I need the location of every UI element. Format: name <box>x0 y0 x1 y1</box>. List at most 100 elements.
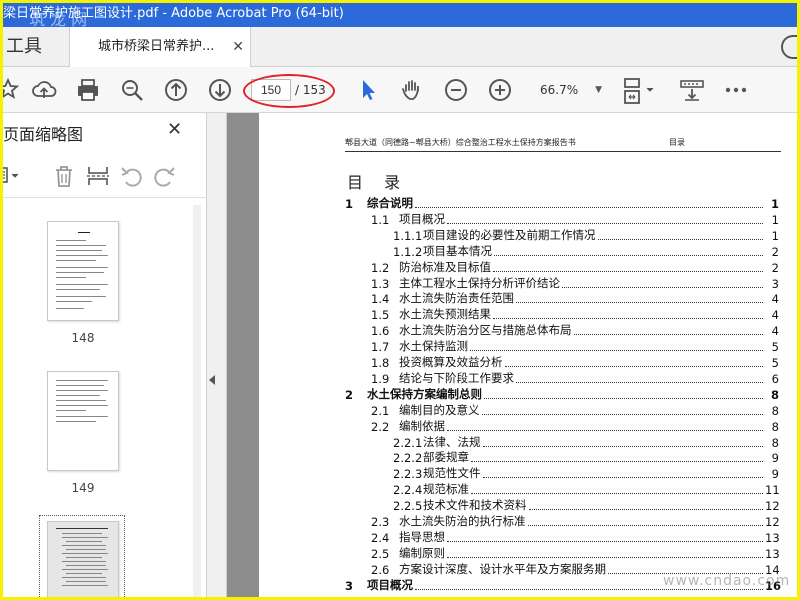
toolbar: / 153 66.7% ▼ <box>3 67 797 113</box>
toc-entry[interactable]: 2.6 方案设计深度、设计水平年及方案服务期 14 <box>371 561 780 577</box>
tab-document[interactable]: 城市桥梁日常养护... ✕ <box>69 27 251 68</box>
toc-entry[interactable]: 1.4 水土流失防治责任范围 4 <box>371 290 779 306</box>
rotate-right-icon[interactable] <box>151 163 177 189</box>
toc-entry-number: 1 <box>345 197 354 211</box>
toc-entry-title: 规范标准 <box>423 482 469 497</box>
toc-entry[interactable]: 2.2.2 部委规章 9 <box>393 449 779 465</box>
page-thumbnail-148[interactable] <box>47 221 119 321</box>
toc-entry[interactable]: 1.2 防治标准及目标值 2 <box>371 259 779 275</box>
toc-entry-number: 2.4 <box>371 530 390 545</box>
rotate-left-icon[interactable] <box>119 163 145 189</box>
toc-entry[interactable]: 3 项目概况 16 <box>345 577 781 593</box>
page-thumbnail-149[interactable] <box>47 371 119 471</box>
page-thumbnail-150[interactable] <box>47 521 119 597</box>
toc-entry-title: 项目基本情况 <box>423 243 492 258</box>
toc-entry-number: 1.7 <box>371 340 390 355</box>
tab-tools[interactable]: 工具 <box>3 27 69 67</box>
toc-entry-leader <box>597 238 763 240</box>
toc-entry-leader <box>447 540 763 542</box>
toc-entry[interactable]: 1.7 水土保持监测 5 <box>371 338 779 354</box>
fit-page-icon[interactable] <box>621 77 661 104</box>
thumbnail-panel: 页面缩略图 ✕ 148 149 <box>3 113 207 597</box>
toc-entry-number: 2.6 <box>371 562 390 577</box>
toc-entry-title: 编制依据 <box>399 418 445 433</box>
help-icon[interactable] <box>781 35 797 59</box>
panel-collapse-strip[interactable] <box>207 113 227 597</box>
keyboard-icon[interactable] <box>679 77 705 103</box>
toc-entry-number: 3 <box>345 578 354 593</box>
delete-page-icon[interactable] <box>51 163 77 189</box>
toc-entry[interactable]: 2.2.4 规范标准 11 <box>393 481 780 498</box>
next-page-icon[interactable] <box>207 77 233 103</box>
toc-entry[interactable]: 2.4 指导思想 13 <box>371 529 780 545</box>
toc-entry-leader <box>415 207 763 208</box>
hand-tool-icon[interactable] <box>399 77 425 103</box>
zoom-in-icon[interactable] <box>487 77 513 103</box>
star-icon[interactable] <box>3 77 21 103</box>
thumbnail-scrollbar[interactable] <box>193 205 201 597</box>
toc-entry[interactable]: 1.6 水土流失防治分区与措施总体布局 4 <box>371 322 779 338</box>
toc-entry[interactable]: 2.3 水土流失防治的执行标准 12 <box>371 513 780 529</box>
print-icon[interactable] <box>75 77 101 103</box>
toc-entry-title: 结论与下阶段工作要求 <box>399 370 514 385</box>
toc-entry-title: 技术文件和技术资料 <box>423 498 527 513</box>
thumbnail-label: 148 <box>71 331 95 345</box>
running-header-section: 目录 <box>669 138 685 147</box>
toc-entry[interactable]: 2.2 编制依据 8 <box>371 418 779 434</box>
toc-entry[interactable]: 1 综合说明 1 <box>345 195 779 211</box>
toc-entry[interactable]: 1.9 结论与下阶段工作要求 6 <box>371 370 779 386</box>
toc-entry[interactable]: 2 水土保持方案编制总则 8 <box>345 386 779 402</box>
toc-entry[interactable]: 1.1 项目概况 1 <box>371 211 779 227</box>
thumbnail-options-icon[interactable] <box>3 163 23 189</box>
page-number-input[interactable] <box>251 79 291 101</box>
toc-entry-number: 1.9 <box>371 371 390 386</box>
toc-title: 目 录 <box>347 173 409 192</box>
toc-entry-leader <box>482 445 763 447</box>
toc-entry-leader <box>573 334 763 336</box>
toc-entry-leader <box>470 350 763 352</box>
toc-entry-title: 编制原则 <box>399 545 445 560</box>
select-arrow-icon[interactable] <box>355 77 381 103</box>
toc-entry-leader <box>493 318 763 320</box>
tab-close-icon[interactable]: ✕ <box>232 27 244 67</box>
toc-entry-page: 5 <box>771 356 779 370</box>
toc-entry[interactable]: 1.5 水土流失预测结果 4 <box>371 306 779 322</box>
collapse-arrow-icon[interactable] <box>209 375 215 385</box>
cloud-upload-icon[interactable] <box>31 77 57 103</box>
toc-entry-page: 1 <box>770 197 779 211</box>
previous-page-icon[interactable] <box>163 77 189 103</box>
toc-entry-page: 13 <box>765 546 780 561</box>
window-title: 梁日常养护施工图设计.pdf - Adobe Acrobat Pro (64-b… <box>3 6 344 21</box>
toc-entry-title: 部委规章 <box>423 450 469 465</box>
zoom-level-value: 66.7% <box>540 83 579 97</box>
toc-entry[interactable]: 2.2.3 规范性文件 9 <box>393 465 779 481</box>
toc-entry-number: 2.2.4 <box>393 483 423 498</box>
toc-entry[interactable]: 1.3 主体工程水土保持分析评价结论 3 <box>371 275 779 291</box>
toc-entry-page: 11 <box>765 483 780 498</box>
toc-entry[interactable]: 2.5 编制原则 13 <box>371 545 780 561</box>
toc-entry[interactable]: 1.1.1 项目建设的必要性及前期工作情况 1 <box>393 227 779 243</box>
toc-entry-page: 12 <box>765 499 780 514</box>
toc-entry[interactable]: 2.1 编制目的及意义 8 <box>371 402 779 418</box>
toc-entry-page: 9 <box>771 451 779 466</box>
zoom-level-select[interactable]: 66.7% ▼ <box>530 79 606 101</box>
toc-entry[interactable]: 2.2.1 法律、法规 8 <box>393 434 779 450</box>
toc-entry-page: 13 <box>765 530 780 545</box>
toc-entry-title: 指导思想 <box>399 529 445 544</box>
more-options-icon[interactable] <box>723 77 749 103</box>
zoom-search-icon[interactable] <box>119 77 145 103</box>
toc-entry-title: 水土流失防治分区与措施总体布局 <box>399 323 572 338</box>
toc-entry[interactable]: 1.1.2 项目基本情况 2 <box>393 243 779 259</box>
toc-entry-number: 1.1.1 <box>393 228 423 243</box>
toc-entry[interactable]: 2.2.5 技术文件和技术资料 12 <box>393 497 780 514</box>
insert-page-icon[interactable] <box>85 163 111 189</box>
toc-entry-page: 9 <box>771 467 779 482</box>
toc-entry-page: 1 <box>771 228 779 243</box>
toc-entry[interactable]: 1.8 投资概算及效益分析 5 <box>371 354 779 370</box>
zoom-out-icon[interactable] <box>443 77 469 103</box>
toc-entry-page: 8 <box>770 387 779 402</box>
toc-entry-title: 项目概况 <box>399 211 445 226</box>
sidebar-close-icon[interactable]: ✕ <box>167 119 182 140</box>
toc-entry-leader <box>516 302 763 304</box>
toc-entry-title: 主体工程水土保持分析评价结论 <box>399 275 560 290</box>
